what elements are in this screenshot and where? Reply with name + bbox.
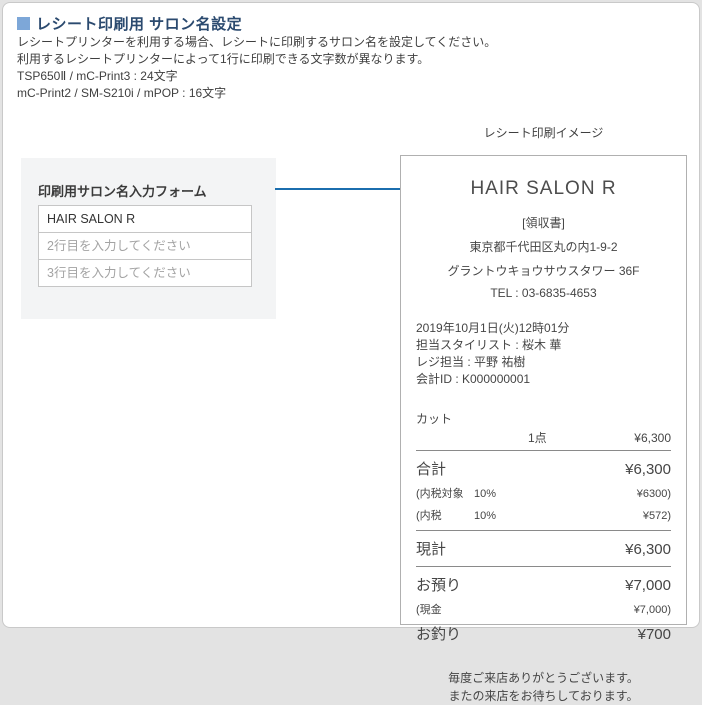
receipt-doc-type: [領収書] bbox=[522, 216, 565, 230]
receipt-cash-row: (現金 ¥7,000) bbox=[416, 598, 671, 620]
receipt-item-price: ¥6,300 bbox=[634, 431, 671, 445]
page-header: レシート印刷用 サロン名設定 bbox=[17, 13, 242, 34]
receipt-footer: 毎度ご来店ありがとうございます。 またの来店をお待ちしております。 bbox=[416, 669, 671, 705]
receipt-divider bbox=[416, 450, 671, 451]
deposit-label: お預り bbox=[416, 577, 462, 594]
receipt-account-id: 会計ID : K000000001 bbox=[416, 372, 531, 386]
description-line: レシートプリンターを利用する場合、レシートに印刷するサロン名を設定してください。 bbox=[17, 35, 497, 49]
receipt-address-line: グラントウキョウサウスタワー 36F bbox=[447, 264, 640, 278]
tax-pct: 10% bbox=[474, 510, 497, 522]
salon-name-inputs bbox=[38, 205, 252, 287]
receipt-cashier: レジ担当 : 平野 祐樹 bbox=[416, 355, 526, 369]
description-block: レシートプリンターを利用する場合、レシートに印刷するサロン名を設定してください。… bbox=[17, 34, 496, 102]
receipt-net-total-row: 現計 ¥6,300 bbox=[416, 535, 671, 562]
receipt-tel: TEL : 03-6835-4653 bbox=[490, 286, 597, 300]
receipt-tax-target-row: (内税対象 10% ¥6300) bbox=[416, 482, 671, 504]
tax-value: ¥572) bbox=[642, 510, 671, 522]
page-title: レシート印刷用 サロン名設定 bbox=[36, 16, 243, 33]
tax-label: (内税 bbox=[416, 510, 442, 522]
receipt-item-row: 1点 ¥6,300 bbox=[416, 429, 671, 446]
change-label: お釣り bbox=[416, 626, 462, 643]
description-line: TSP650Ⅱ / mC-Print3 : 24文字 bbox=[17, 69, 178, 83]
deposit-value: ¥7,000 bbox=[625, 577, 671, 594]
receipt-salon-name: HAIR SALON R bbox=[470, 178, 617, 199]
tax-target-pct: 10% bbox=[474, 488, 497, 500]
receipt-footer-line: またの来店をお待ちしております。 bbox=[448, 689, 639, 703]
cash-value: ¥7,000) bbox=[633, 604, 671, 616]
receipt-tax-row: (内税 10% ¥572) bbox=[416, 504, 671, 526]
net-total-label: 現計 bbox=[416, 541, 447, 558]
receipt-item-qty: 1点 bbox=[528, 431, 547, 445]
net-total-value: ¥6,300 bbox=[625, 541, 671, 558]
description-line: mC-Print2 / SM-S210i / mPOP : 16文字 bbox=[17, 86, 227, 100]
receipt-address-line: 東京都千代田区丸の内1-9-2 bbox=[469, 240, 618, 254]
receipt-footer-line: 毎度ご来店ありがとうございます。 bbox=[448, 671, 639, 685]
salon-name-line3-input[interactable] bbox=[38, 259, 252, 287]
receipt-item-name: カット bbox=[416, 412, 453, 426]
description-line: 利用するレシートプリンターによって1行に印刷できる文字数が異なります。 bbox=[17, 52, 430, 66]
section-marker-icon bbox=[17, 17, 30, 30]
subtotal-value: ¥6,300 bbox=[625, 461, 671, 478]
receipt-datetime: 2019年10月1日(火)12時01分 bbox=[416, 321, 570, 335]
tax-target-value: ¥6300) bbox=[636, 488, 671, 500]
salon-name-line2-input[interactable] bbox=[38, 232, 252, 260]
receipt-divider bbox=[416, 530, 671, 531]
preview-label: レシート印刷イメージ bbox=[483, 126, 604, 140]
form-title: 印刷用サロン名入力フォーム bbox=[38, 184, 207, 199]
receipt-stylist: 担当スタイリスト : 桜木 華 bbox=[416, 338, 562, 352]
receipt-deposit-row: お預り ¥7,000 bbox=[416, 571, 671, 598]
subtotal-label: 合計 bbox=[416, 461, 447, 478]
salon-name-form: 印刷用サロン名入力フォーム bbox=[21, 158, 276, 319]
receipt-change-row: お釣り ¥700 bbox=[416, 620, 671, 647]
settings-panel: レシート印刷用 サロン名設定 レシートプリンターを利用する場合、レシートに印刷す… bbox=[2, 2, 700, 703]
receipt-info-block: 2019年10月1日(火)12時01分 担当スタイリスト : 桜木 華 レジ担当… bbox=[416, 320, 671, 388]
salon-name-line1-input[interactable] bbox=[38, 205, 252, 233]
cash-label: (現金 bbox=[416, 604, 442, 616]
tax-target-label: (内税対象 bbox=[416, 488, 464, 500]
connector-line bbox=[275, 188, 414, 190]
receipt-preview: HAIR SALON R [領収書] 東京都千代田区丸の内1-9-2 グラントウ… bbox=[400, 155, 687, 703]
receipt-subtotal-row: 合計 ¥6,300 bbox=[416, 455, 671, 482]
receipt-divider bbox=[416, 566, 671, 567]
